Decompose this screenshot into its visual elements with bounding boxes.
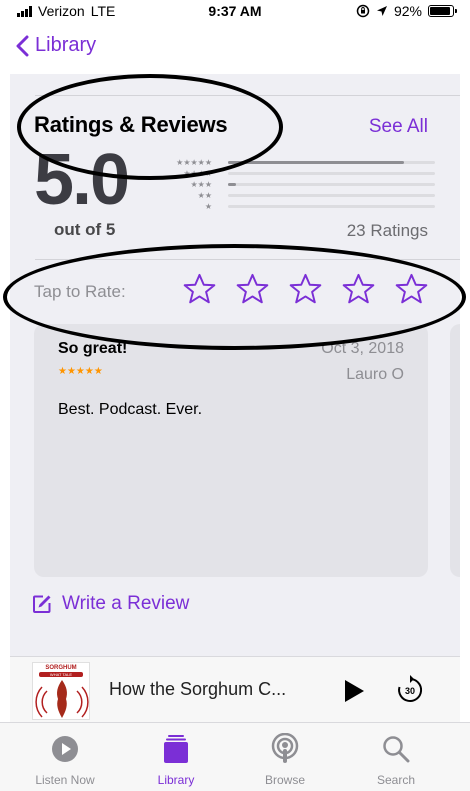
podcast-icon	[271, 733, 299, 763]
write-review-button[interactable]: Write a Review	[32, 593, 189, 615]
rating-row: ★★★★★	[170, 157, 435, 168]
nav-bar: Library	[0, 24, 470, 74]
tap-to-rate-label: Tap to Rate:	[34, 282, 126, 301]
play-circle-icon	[52, 736, 78, 762]
tab-label: Library	[157, 773, 195, 787]
podcast-artwork: SORGHUM WHAT TALE	[32, 662, 90, 720]
tab-listen-now[interactable]: Listen Now	[10, 733, 120, 787]
rate-star-2-icon[interactable]	[236, 273, 269, 306]
rating-row-bar	[228, 183, 435, 186]
next-review-card[interactable]	[450, 324, 460, 577]
review-author: Lauro O	[346, 366, 404, 383]
play-icon[interactable]	[342, 678, 366, 704]
now-playing-title[interactable]: How the Sorghum C...	[109, 679, 286, 700]
tab-bar: Listen Now Library Browse Search	[0, 722, 470, 791]
review-title: So great!	[58, 340, 128, 357]
rate-star-4-icon[interactable]	[342, 273, 375, 306]
battery-level-fill	[430, 7, 451, 15]
rating-row-bar	[228, 161, 435, 164]
rating-distribution: ★★★★★ ★★★★ ★★★ ★★ ★	[170, 157, 435, 212]
see-all-link[interactable]: See All	[369, 116, 428, 138]
review-body: Best. Podcast. Ever.	[58, 401, 203, 418]
chevron-left-icon	[16, 35, 29, 56]
average-score: 5.0	[34, 140, 130, 220]
rating-row-stars: ★★★	[190, 179, 212, 189]
write-review-label: Write a Review	[62, 593, 190, 614]
rating-row: ★	[170, 201, 435, 212]
rating-row-bar-fill	[228, 183, 237, 186]
orientation-lock-icon	[356, 4, 370, 18]
rating-row-bar	[228, 205, 435, 208]
rate-star-5-icon[interactable]	[395, 273, 428, 306]
rating-row-stars: ★★	[197, 190, 212, 200]
back-label: Library	[35, 34, 97, 56]
status-bar: Verizon LTE 9:37 AM 92%	[0, 0, 470, 24]
battery-percent: 92%	[393, 3, 422, 19]
location-arrow-icon	[376, 6, 387, 16]
skip-seconds-label: 30	[405, 686, 415, 696]
rate-star-3-icon[interactable]	[289, 273, 322, 306]
ratings-count: 23 Ratings	[346, 221, 428, 240]
rating-row-stars: ★★★★	[183, 168, 212, 178]
rating-row-stars: ★	[204, 201, 212, 211]
ratings-section: Ratings & Reviews See All 5.0 out of 5 ★…	[10, 74, 460, 656]
tab-label: Search	[376, 773, 416, 787]
rating-row: ★★★	[170, 179, 435, 190]
tab-label: Browse	[264, 773, 305, 787]
sorghum-art-icon	[35, 680, 89, 718]
rating-row-stars: ★★★★★	[176, 157, 212, 167]
review-card[interactable]: So great! Oct 3, 2018 ★★★★★ Lauro O Best…	[34, 324, 428, 577]
rating-row-bar	[228, 172, 435, 175]
review-stars: ★★★★★	[58, 366, 103, 377]
rating-row: ★★	[170, 190, 435, 201]
status-right: 92%	[356, 3, 457, 19]
divider	[35, 95, 460, 96]
rating-row-bar-fill	[228, 161, 404, 164]
out-of-label: out of 5	[54, 220, 116, 239]
tab-browse[interactable]: Browse	[230, 733, 340, 787]
ratings-reviews-heading: Ratings & Reviews	[34, 112, 228, 137]
compose-icon	[33, 595, 51, 613]
battery-icon	[428, 5, 457, 17]
tab-library[interactable]: Library	[121, 733, 231, 787]
rating-row: ★★★★	[170, 168, 435, 179]
divider	[35, 259, 460, 260]
search-icon	[383, 736, 410, 763]
review-date: Oct 3, 2018	[321, 340, 404, 357]
rating-row-bar	[228, 194, 435, 197]
rate-star-1-icon[interactable]	[183, 273, 216, 306]
library-stack-icon	[164, 735, 188, 763]
tap-to-rate-stars	[183, 273, 428, 306]
tab-search[interactable]: Search	[341, 733, 451, 787]
skip-forward-30-icon[interactable]: 30	[395, 674, 425, 706]
tab-label: Listen Now	[35, 773, 95, 787]
back-button[interactable]: Library	[16, 34, 96, 57]
mini-player[interactable]: SORGHUM WHAT TALE How the Sorghum C... 3…	[10, 656, 460, 722]
